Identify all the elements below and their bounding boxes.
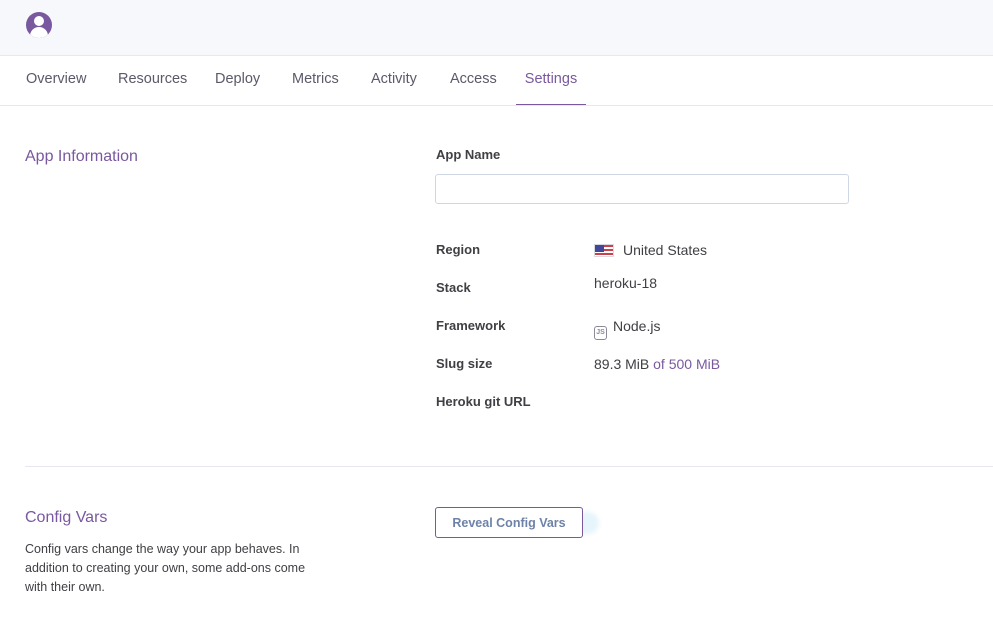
stack-label: Stack: [436, 280, 471, 295]
top-bar: [0, 0, 993, 56]
section-divider: [25, 466, 993, 467]
framework-value: JS Node.js: [594, 318, 660, 340]
tab-overview[interactable]: Overview: [26, 56, 86, 104]
heroku-git-url-label: Heroku git URL: [436, 394, 531, 409]
avatar-body: [30, 27, 48, 38]
avatar-head: [34, 16, 44, 26]
app-name-label: App Name: [436, 147, 501, 162]
us-flag-icon: [594, 244, 614, 257]
region-text: United States: [623, 242, 708, 258]
slug-size-limit: of 500 MiB: [653, 356, 721, 372]
region-value: United States: [594, 242, 707, 258]
app-name-input[interactable]: [435, 174, 849, 204]
tab-resources[interactable]: Resources: [118, 56, 187, 104]
framework-text: Node.js: [613, 318, 661, 334]
slug-size-label: Slug size: [436, 356, 493, 371]
app-nav-tabs: Overview Resources Deploy Metrics Activi…: [0, 56, 993, 106]
region-label: Region: [436, 242, 481, 257]
tab-settings[interactable]: Settings: [516, 56, 586, 105]
app-information-title: App Information: [25, 148, 138, 165]
tab-deploy[interactable]: Deploy: [215, 56, 260, 104]
slug-size-text: 89.3 MiB: [594, 356, 650, 372]
stack-value: heroku-18: [594, 275, 658, 291]
nodejs-icon: JS: [594, 326, 607, 340]
slug-size-value: 89.3 MiB of 500 MiB: [594, 356, 720, 372]
tab-access[interactable]: Access: [450, 56, 497, 104]
framework-label: Framework: [436, 318, 506, 333]
config-vars-description: Config vars change the way your app beha…: [25, 542, 306, 594]
tab-metrics[interactable]: Metrics: [292, 56, 339, 104]
user-avatar-icon[interactable]: [26, 12, 52, 38]
tab-activity[interactable]: Activity: [371, 56, 417, 104]
config-vars-title: Config Vars: [25, 509, 108, 526]
reveal-config-vars-button[interactable]: Reveal Config Vars: [435, 507, 583, 538]
